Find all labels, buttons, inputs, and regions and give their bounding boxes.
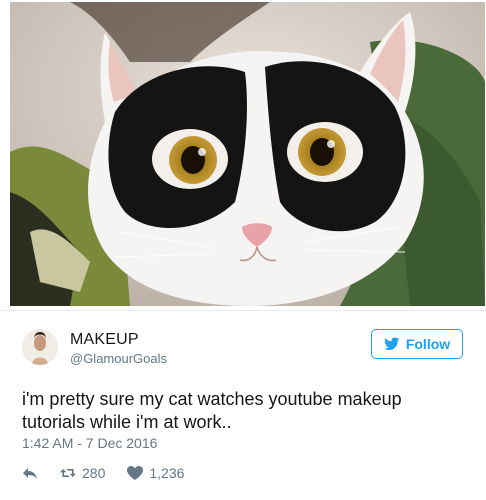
tweet-card: MAKEUP @GlamourGoals Follow i'm pretty s… — [0, 0, 486, 500]
bird-icon — [383, 337, 400, 350]
tweet-photo[interactable] — [10, 2, 485, 306]
tweet-text: i'm pretty sure my cat watches youtube m… — [22, 389, 402, 432]
timestamp[interactable]: 1:42 AM - 7 Dec 2016 — [22, 435, 157, 451]
retweet-icon — [60, 469, 76, 477]
retweet-button[interactable]: 280 — [60, 465, 105, 481]
like-button[interactable]: 1,236 — [127, 465, 184, 481]
follow-label: Follow — [405, 336, 451, 352]
follow-button[interactable]: Follow — [371, 329, 463, 359]
like-count: 1,236 — [149, 465, 185, 481]
tweet-body: MAKEUP @GlamourGoals Follow i'm pretty s… — [0, 310, 486, 500]
display-name[interactable]: MAKEUP — [70, 331, 139, 349]
avatar-image — [22, 329, 58, 365]
cat-face-icon — [10, 2, 485, 306]
heart-icon — [127, 466, 144, 480]
retweet-count: 280 — [82, 465, 106, 481]
avatar[interactable] — [22, 329, 58, 365]
tweet-actions: 280 1,236 — [22, 463, 206, 483]
handle[interactable]: @GlamourGoals — [70, 351, 167, 366]
reply-button[interactable] — [22, 466, 38, 480]
reply-icon — [23, 468, 37, 479]
